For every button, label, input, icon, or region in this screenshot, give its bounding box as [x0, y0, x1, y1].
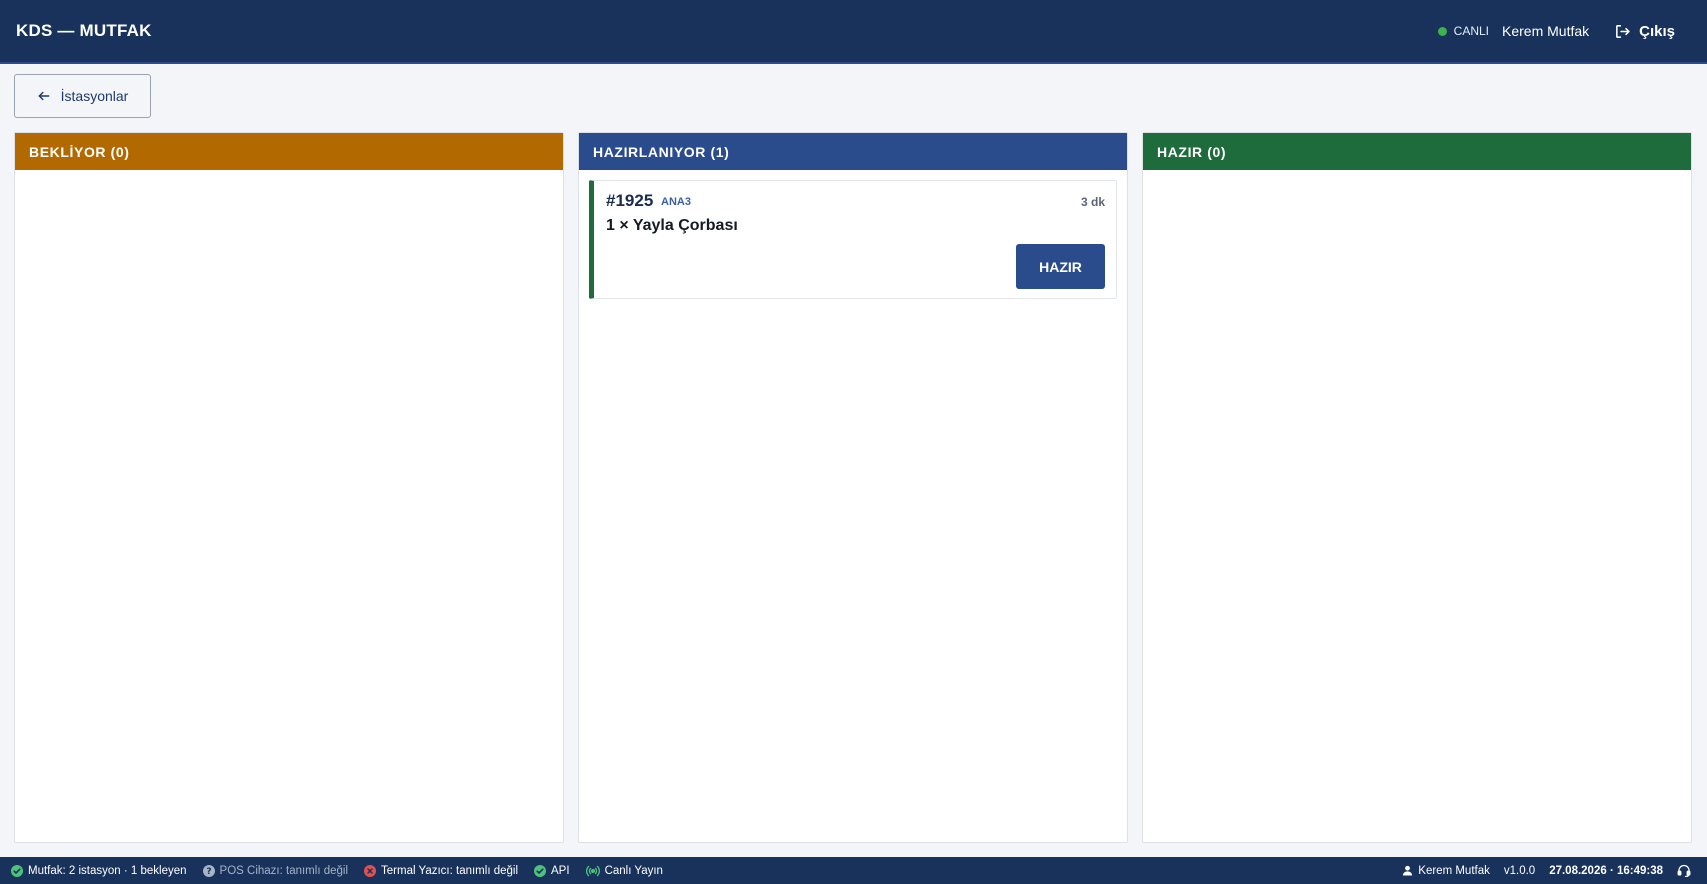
app-title: KDS — MUTFAK	[16, 21, 152, 40]
broadcast-icon	[585, 865, 600, 877]
logout-icon	[1616, 24, 1630, 38]
check-circle-icon	[534, 864, 547, 877]
status-datetime: 27.08.2026 · 16:49:38	[1549, 865, 1663, 877]
check-circle-icon	[11, 864, 23, 877]
status-pos: ? POS Cihazı: tanımlı değil	[202, 864, 349, 877]
mark-ready-button[interactable]: HAZIR	[1016, 244, 1105, 289]
live-dot-icon	[1437, 26, 1447, 36]
top-bar: KDS — MUTFAK CANLI Kerem Mutfak Çıkış	[0, 0, 1707, 64]
status-user-label: Kerem Mutfak	[1418, 864, 1490, 877]
live-indicator: CANLI	[1437, 24, 1489, 38]
arrow-left-icon	[38, 91, 50, 101]
column-header-waiting: BEKLİYOR (0)	[15, 133, 563, 170]
status-version-label: v1.0.0	[1503, 864, 1536, 877]
status-pos-label: POS Cihazı: tanımlı değil	[219, 864, 349, 877]
top-right-area: CANLI Kerem Mutfak Çıkış	[1437, 23, 1691, 40]
order-number: #1925	[606, 191, 654, 210]
status-kitchen: Mutfak: 2 istasyon · 1 bekleyen	[11, 864, 187, 877]
logout-label: Çıkış	[1639, 22, 1675, 40]
status-user: Kerem Mutfak	[1402, 865, 1490, 877]
status-version: v1.0.0	[1504, 865, 1535, 877]
status-live-stream-label: Canlı Yayın	[604, 864, 663, 877]
error-circle-icon	[364, 864, 377, 877]
user-icon	[1402, 865, 1413, 876]
column-header-preparing: HAZIRLANIYOR (1)	[579, 133, 1127, 170]
status-bar-right: Kerem Mutfak v1.0.0 27.08.2026 · 16:49:3…	[1402, 864, 1696, 877]
status-printer: Termal Yazıcı: tanımlı değil	[364, 864, 519, 877]
back-button-label: İstasyonlar	[60, 88, 129, 104]
live-label: CANLI	[1453, 24, 1489, 38]
column-ready: HAZIR (0)	[1142, 132, 1692, 843]
status-api: API	[534, 864, 570, 877]
status-bar-left: Mutfak: 2 istasyon · 1 bekleyen ? POS Ci…	[11, 864, 679, 877]
logout-button[interactable]: Çıkış	[1614, 23, 1675, 40]
status-api-label: API	[551, 864, 570, 877]
column-waiting: BEKLİYOR (0)	[14, 132, 564, 843]
status-datetime-label: 27.08.2026 · 16:49:38	[1549, 864, 1663, 877]
order-station: ANA3	[661, 196, 691, 208]
support-button[interactable]	[1677, 864, 1696, 877]
column-header-ready: HAZIR (0)	[1143, 133, 1691, 170]
status-live-stream: Canlı Yayın	[585, 864, 663, 877]
svg-text:?: ?	[206, 867, 211, 877]
status-bar: Mutfak: 2 istasyon · 1 bekleyen ? POS Ci…	[0, 857, 1707, 884]
order-elapsed-time: 3 dk	[1080, 195, 1105, 209]
stations-back-button[interactable]: İstasyonlar	[14, 74, 151, 118]
status-kitchen-label: Mutfak: 2 istasyon · 1 bekleyen	[28, 864, 187, 877]
status-printer-label: Termal Yazıcı: tanımlı değil	[381, 864, 519, 877]
order-item: 1 × Yayla Çorbası	[606, 217, 738, 234]
help-circle-icon: ?	[202, 864, 215, 877]
user-name: Kerem Mutfak	[1502, 23, 1590, 39]
headset-icon	[1677, 864, 1691, 877]
order-card[interactable]: #1925 ANA3 3 dk 1 × Yayla Çorbası HAZIR	[589, 180, 1117, 299]
column-preparing: HAZIRLANIYOR (1) #1925 ANA3 3 dk 1 × Yay…	[578, 132, 1128, 843]
